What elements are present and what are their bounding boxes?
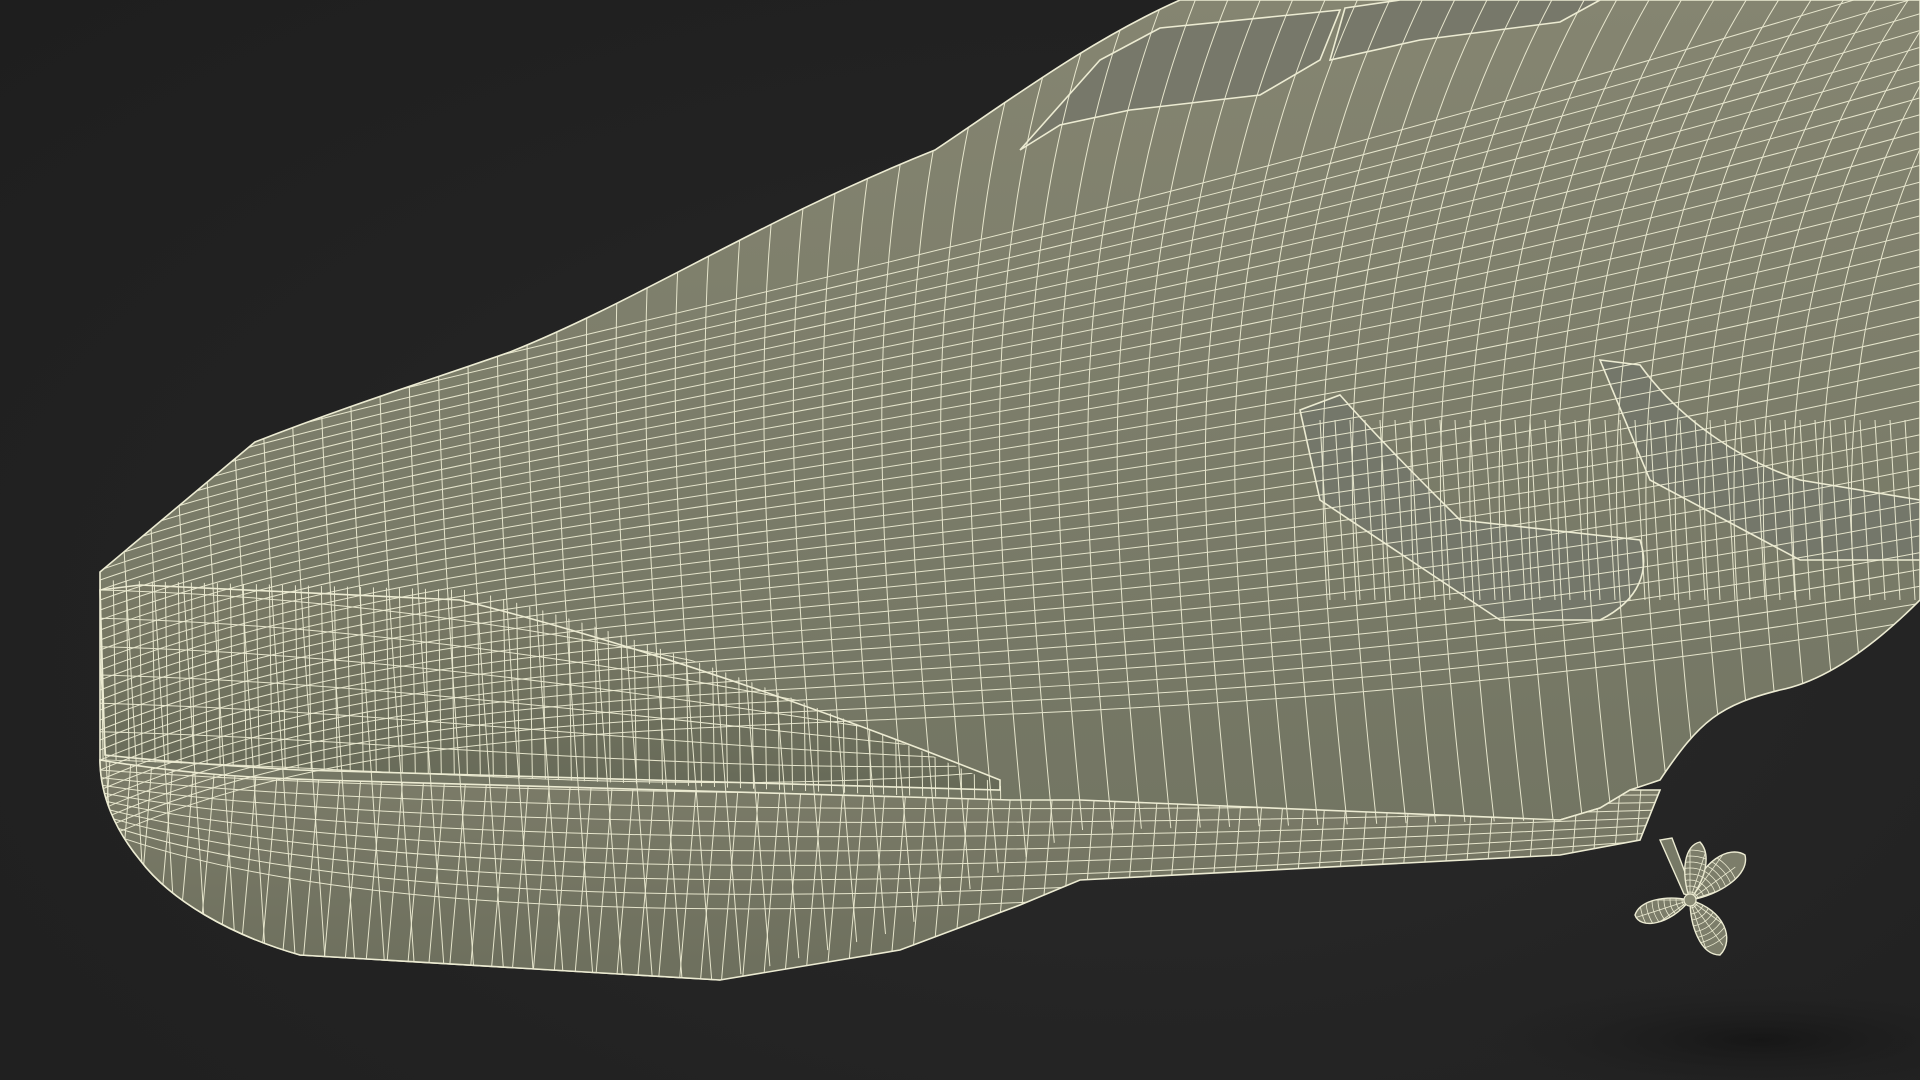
hull-render [99, 0, 1920, 1080]
ground-shadow [1460, 980, 1920, 1080]
render-viewport [0, 0, 1920, 1080]
prop-hub [1683, 893, 1697, 907]
propeller [1634, 837, 1747, 956]
